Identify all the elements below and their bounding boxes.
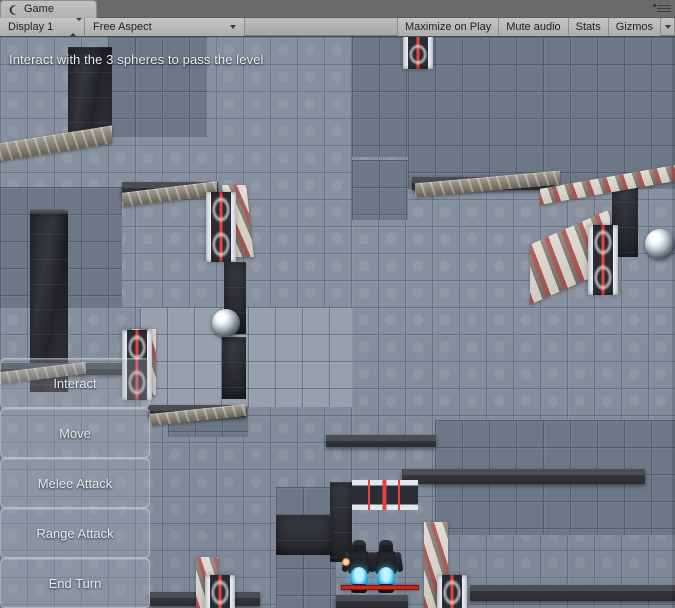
wall-bottom-center (276, 515, 332, 555)
maximize-on-play-toggle[interactable]: Maximize on Play (398, 18, 500, 36)
floor-block-mid (352, 160, 408, 220)
unity-game-window: Game Display 1 Free Aspect Maximize on P… (0, 0, 675, 608)
floor-block-upper-right (408, 37, 675, 189)
roof-slab-bottom-right (470, 585, 675, 601)
sphere-center-left[interactable] (212, 309, 240, 337)
action-button-panel: Interact Move Melee Attack Range Attack … (0, 358, 150, 608)
up-down-stepper-icon (70, 18, 82, 36)
door-vertical-right[interactable] (588, 225, 618, 295)
action-button-melee-attack[interactable]: Melee Attack (0, 458, 150, 508)
unit-shoulder-glow (342, 558, 350, 566)
roof-slab-big-right (402, 469, 645, 484)
game-viewport[interactable]: Interact with the 3 spheres to pass the … (0, 37, 675, 608)
tab-game[interactable]: Game (0, 0, 97, 18)
roof-slab-lower-right (326, 435, 436, 447)
mute-audio-toggle[interactable]: Mute audio (499, 18, 569, 36)
floor-block-upper-center (352, 37, 408, 157)
aspect-dropdown[interactable]: Free Aspect (85, 18, 245, 36)
action-button-range-attack[interactable]: Range Attack (0, 508, 150, 558)
action-button-interact[interactable]: Interact (0, 358, 150, 408)
gizmos-dropdown-button[interactable] (661, 18, 675, 35)
chevron-down-icon (664, 24, 671, 29)
sphere-right-edge[interactable] (645, 229, 675, 259)
gizmos-toggle[interactable]: Gizmos (608, 18, 661, 36)
objective-hint-text: Interact with the 3 spheres to pass the … (9, 52, 264, 67)
door-vertical-bottom-left[interactable] (205, 575, 235, 608)
display-label: Display 1 (8, 21, 54, 33)
door-vertical-top-center[interactable] (403, 37, 433, 69)
tab-label: Game (24, 3, 54, 15)
door-horizontal-lower-center[interactable] (352, 480, 418, 510)
game-view-toolbar: Display 1 Free Aspect Maximize on Play M… (0, 18, 675, 36)
stats-toggle[interactable]: Stats (568, 18, 609, 36)
hamburger-menu-icon[interactable] (653, 3, 671, 15)
aspect-label: Free Aspect (93, 21, 152, 33)
toolbar-spacer (245, 18, 398, 35)
wall-center-col (222, 337, 246, 399)
floor-block-light-mid (140, 307, 352, 407)
action-button-move[interactable]: Move (0, 408, 150, 458)
unit-visor (381, 545, 391, 548)
door-vertical-bottom-right[interactable] (437, 575, 467, 608)
tab-strip: Game (0, 0, 675, 18)
unit-visor (354, 545, 364, 548)
display-dropdown[interactable]: Display 1 (0, 18, 85, 36)
action-button-end-turn[interactable]: End Turn (0, 558, 150, 608)
unit-health-bar (341, 585, 419, 590)
door-vertical-upper-center[interactable] (206, 192, 236, 262)
game-controller-icon (9, 4, 19, 15)
roof-slab-bottom-center (336, 595, 408, 608)
chevron-down-icon (230, 25, 236, 29)
